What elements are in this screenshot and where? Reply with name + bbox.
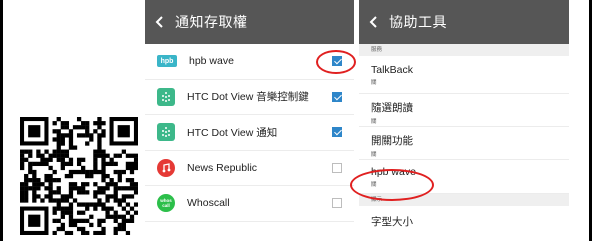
htc-dot-view-icon [157,87,175,106]
display-setting-title: 字型大小 [371,216,413,228]
app-row[interactable]: News Republic [145,151,354,186]
htc-dot-view-icon [157,123,175,142]
accessibility-panel: 協助工具 服務 TalkBack 關隨選朗讀關開關功能關 hpb wave 關 顯示 … [359,0,569,241]
notification-access-checkbox[interactable] [332,91,342,102]
accessibility-service-item[interactable]: TalkBack 關 [359,56,569,94]
highlight-ring-checkbox [316,50,356,74]
toolbar: 協助工具 [359,0,569,44]
display-list: 字型大小 [359,206,569,236]
qr-code [20,117,138,235]
app-row[interactable]: whos call Whoscall [145,186,354,222]
notification-access-checkbox[interactable] [332,198,342,209]
app-label: hpb wave [189,55,234,68]
whoscall-icon: whos call [157,194,175,213]
service-title: TalkBack [371,64,414,76]
display-setting-item[interactable]: 字型大小 [359,206,569,236]
news-republic-icon [157,158,175,177]
service-status: 關 [371,80,377,86]
notification-access-checkbox[interactable] [332,127,342,138]
highlight-ring-hpb-wave [350,169,434,201]
service-title: 開關功能 [371,135,413,147]
back-arrow-icon[interactable] [145,16,175,28]
app-label: News Republic [187,161,258,174]
page-title: 協助工具 [389,14,447,30]
app-label: HTC Dot View 音樂控制鍵 [187,91,309,104]
accessibility-service-item[interactable]: 隨選朗讀關 [359,94,569,127]
section-header-services: 服務 [359,44,569,56]
toolbar: 通知存取權 [145,0,354,44]
hpb-logo-icon: hpb [157,55,177,68]
left-border [0,0,3,241]
back-arrow-icon[interactable] [359,16,389,28]
page-title: 通知存取權 [175,14,248,30]
notification-access-checkbox[interactable] [332,162,342,173]
service-status: 關 [371,152,377,158]
notification-access-panel: 通知存取權 hpb hpb wave HTC Dot View 音樂控制鍵 HTC D… [145,0,354,241]
service-status: 關 [371,119,377,125]
accessibility-service-item[interactable]: 開關功能關 [359,127,569,160]
app-label: HTC Dot View 通知 [187,126,278,139]
app-label: Whoscall [187,197,230,210]
service-title: 隨選朗讀 [371,102,413,114]
app-row[interactable]: HTC Dot View 通知 [145,115,354,151]
app-row[interactable]: HTC Dot View 音樂控制鍵 [145,80,354,115]
